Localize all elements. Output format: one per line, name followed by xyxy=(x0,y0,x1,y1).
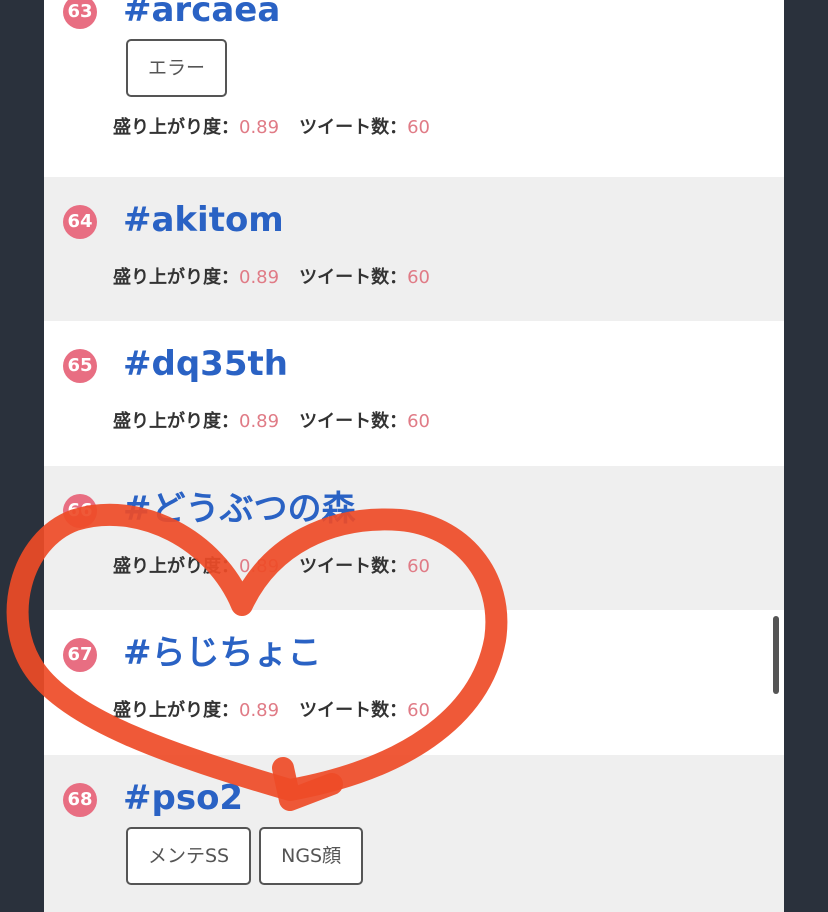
scrollbar-thumb[interactable] xyxy=(773,616,779,694)
tweets-value: 60 xyxy=(407,700,430,721)
tweets-label: ツイート数： xyxy=(299,117,408,138)
tweets-value: 60 xyxy=(407,267,430,288)
item-header: 63 #arcaea xyxy=(44,0,784,39)
rank-badge: 63 xyxy=(63,0,97,29)
rank-badge: 68 xyxy=(63,783,97,817)
list-item[interactable]: 67 #らじちょこ 盛り上がり度：0.89 ツイート数：60 xyxy=(44,610,784,755)
hashtag-link[interactable]: #akitom xyxy=(123,197,284,243)
trend-list: 63 #arcaea エラー 盛り上がり度：0.89 ツイート数：60 64 #a… xyxy=(44,0,784,912)
excitement-value: 0.89 xyxy=(239,117,280,138)
excitement-value: 0.89 xyxy=(239,411,280,432)
rank-badge: 64 xyxy=(63,205,97,239)
trend-list-frame: 63 #arcaea エラー 盛り上がり度：0.89 ツイート数：60 64 #a… xyxy=(44,0,784,912)
list-item[interactable]: 68 #pso2 メンテSS NGS顔 xyxy=(44,755,784,912)
item-stats: 盛り上がり度：0.89 ツイート数：60 xyxy=(113,538,784,602)
excitement-label: 盛り上がり度： xyxy=(113,556,239,577)
item-stats: 盛り上がり度：0.89 ツイート数：60 xyxy=(113,682,784,746)
list-item[interactable]: 63 #arcaea エラー 盛り上がり度：0.89 ツイート数：60 xyxy=(44,0,784,177)
tweets-label: ツイート数： xyxy=(299,556,408,577)
excitement-label: 盛り上がり度： xyxy=(113,700,239,721)
related-chip[interactable]: エラー xyxy=(126,39,228,97)
list-item[interactable]: 66 #どうぶつの森 盛り上がり度：0.89 ツイート数：60 xyxy=(44,466,784,610)
tweets-label: ツイート数： xyxy=(299,267,408,288)
excitement-label: 盛り上がり度： xyxy=(113,411,239,432)
tweets-label: ツイート数： xyxy=(299,700,408,721)
tweets-value: 60 xyxy=(407,556,430,577)
rank-badge: 65 xyxy=(63,349,97,383)
list-item[interactable]: 64 #akitom 盛り上がり度：0.89 ツイート数：60 xyxy=(44,177,784,321)
excitement-value: 0.89 xyxy=(239,700,280,721)
item-stats: 盛り上がり度：0.89 ツイート数：60 xyxy=(113,249,784,313)
list-item[interactable]: 65 #dq35th 盛り上がり度：0.89 ツイート数：60 xyxy=(44,321,784,466)
excitement-value: 0.89 xyxy=(239,556,280,577)
hashtag-link[interactable]: #arcaea xyxy=(123,0,280,33)
hashtag-link[interactable]: #dq35th xyxy=(123,341,288,387)
excitement-value: 0.89 xyxy=(239,267,280,288)
item-header: 67 #らじちょこ xyxy=(44,633,784,682)
item-stats: 盛り上がり度：0.89 ツイート数：60 xyxy=(113,99,784,163)
related-chip[interactable]: メンテSS xyxy=(126,827,252,885)
related-chips: エラー xyxy=(126,39,784,99)
rank-badge: 67 xyxy=(63,638,97,672)
rank-badge: 66 xyxy=(63,494,97,528)
item-header: 68 #pso2 xyxy=(44,778,784,827)
hashtag-link[interactable]: #pso2 xyxy=(123,775,243,821)
excitement-label: 盛り上がり度： xyxy=(113,267,239,288)
hashtag-link[interactable]: #らじちょこ xyxy=(123,630,322,676)
item-header: 65 #dq35th xyxy=(44,344,784,393)
tweets-value: 60 xyxy=(407,117,430,138)
related-chips: メンテSS NGS顔 xyxy=(126,827,784,887)
tweets-label: ツイート数： xyxy=(299,411,408,432)
hashtag-link[interactable]: #どうぶつの森 xyxy=(123,486,356,532)
excitement-label: 盛り上がり度： xyxy=(113,117,239,138)
item-header: 66 #どうぶつの森 xyxy=(44,489,784,538)
item-stats: 盛り上がり度：0.89 ツイート数：60 xyxy=(113,393,784,457)
tweets-value: 60 xyxy=(407,411,430,432)
item-header: 64 #akitom xyxy=(44,200,784,249)
related-chip[interactable]: NGS顔 xyxy=(259,827,364,885)
